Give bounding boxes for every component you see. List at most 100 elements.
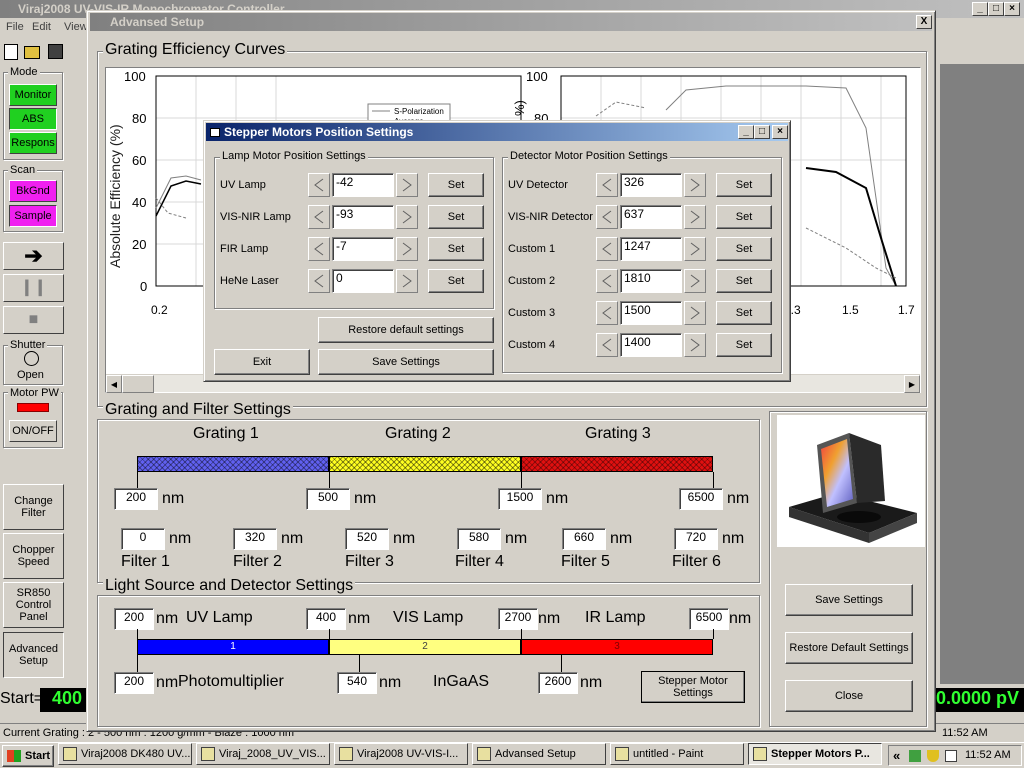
detector-increase-arrow-icon-4[interactable] — [684, 301, 706, 325]
onoff-button[interactable]: ON/OFF — [9, 420, 57, 442]
detector-nm-3-input[interactable]: 2600 — [538, 672, 578, 694]
lamp-increase-arrow-icon-3[interactable] — [396, 269, 418, 293]
main-minimize-button[interactable]: _ — [972, 2, 988, 16]
stop-button[interactable]: ■ — [3, 306, 64, 334]
grating-nm-2-input[interactable]: 500 — [306, 488, 350, 510]
lamp-position-input-3[interactable]: 0 — [332, 269, 394, 293]
detector-increase-arrow-icon-3[interactable] — [684, 269, 706, 293]
detector-position-input-3[interactable]: 1810 — [620, 269, 682, 293]
lamp-set-button-0[interactable]: Set — [428, 173, 484, 197]
detector-set-button-2[interactable]: Set — [716, 237, 772, 261]
lamp-decrease-arrow-icon-3[interactable] — [308, 269, 330, 293]
lamp-position-input-0[interactable]: -42 — [332, 173, 394, 197]
task-paint[interactable]: untitled - Paint — [610, 743, 744, 765]
shutter-indicator-icon[interactable] — [24, 351, 39, 366]
detector-increase-arrow-icon-0[interactable] — [684, 173, 706, 197]
task-viraj-dk480[interactable]: Viraj2008 DK480 UV... — [58, 743, 192, 765]
filter-1-input[interactable]: 0 — [121, 528, 165, 550]
change-filter-button[interactable]: Change Filter — [3, 484, 64, 530]
detector-decrease-arrow-icon-1[interactable] — [596, 205, 618, 229]
chopper-speed-button[interactable]: Chopper Speed — [3, 533, 64, 579]
menu-view[interactable]: View — [64, 21, 88, 33]
tray-app-icon[interactable] — [945, 750, 957, 762]
lamp-set-button-2[interactable]: Set — [428, 237, 484, 261]
scroll-left-arrow-icon[interactable]: ◀ — [106, 375, 122, 393]
detector-decrease-arrow-icon-2[interactable] — [596, 237, 618, 261]
detector-position-input-4[interactable]: 1500 — [620, 301, 682, 325]
main-close-button[interactable]: × — [1004, 2, 1020, 16]
lamp-decrease-arrow-icon-1[interactable] — [308, 205, 330, 229]
stepper-maximize-button[interactable]: □ — [754, 125, 770, 139]
stepper-minimize-button[interactable]: _ — [738, 125, 754, 139]
tray-shield-icon[interactable] — [927, 750, 939, 762]
task-advansed-setup[interactable]: Advansed Setup — [472, 743, 606, 765]
filter-2-input[interactable]: 320 — [233, 528, 277, 550]
abs-button[interactable]: ABS — [9, 108, 57, 130]
restore-default-settings-button[interactable]: Restore default settings — [318, 317, 494, 343]
tray-expand-icon[interactable]: « — [893, 748, 900, 763]
adv-restore-default-button[interactable]: Restore Default Settings — [785, 632, 913, 664]
sample-button[interactable]: Sample — [9, 205, 57, 227]
lamp-nm-1-input[interactable]: 200 — [114, 608, 154, 630]
scroll-right-arrow-icon[interactable]: ▶ — [904, 375, 920, 393]
task-viraj-uv-vis[interactable]: Viraj_2008_UV_VIS... — [196, 743, 330, 765]
lamp-increase-arrow-icon-2[interactable] — [396, 237, 418, 261]
detector-set-button-1[interactable]: Set — [716, 205, 772, 229]
detector-position-input-5[interactable]: 1400 — [620, 333, 682, 357]
lamp-decrease-arrow-icon-0[interactable] — [308, 173, 330, 197]
stepper-save-settings-button[interactable]: Save Settings — [318, 349, 494, 375]
detector-decrease-arrow-icon-4[interactable] — [596, 301, 618, 325]
stepper-close-button[interactable]: × — [772, 125, 788, 139]
advanced-close-button[interactable]: X — [916, 15, 932, 29]
detector-increase-arrow-icon-5[interactable] — [684, 333, 706, 357]
lamp-nm-4-input[interactable]: 6500 — [689, 608, 729, 630]
main-maximize-button[interactable]: □ — [988, 2, 1004, 16]
go-arrow-button[interactable]: ➔ — [3, 242, 64, 270]
detector-nm-1-input[interactable]: 200 — [114, 672, 154, 694]
detector-position-input-1[interactable]: 637 — [620, 205, 682, 229]
pause-button[interactable]: ❙❙ — [3, 274, 64, 302]
detector-decrease-arrow-icon-5[interactable] — [596, 333, 618, 357]
lamp-position-input-1[interactable]: -93 — [332, 205, 394, 229]
detector-position-input-2[interactable]: 1247 — [620, 237, 682, 261]
menu-edit[interactable]: Edit — [32, 21, 51, 33]
lamp-decrease-arrow-icon-2[interactable] — [308, 237, 330, 261]
adv-close-button[interactable]: Close — [785, 680, 913, 712]
lamp-increase-arrow-icon-1[interactable] — [396, 205, 418, 229]
filter-5-input[interactable]: 660 — [562, 528, 606, 550]
open-folder-icon[interactable] — [24, 46, 40, 59]
detector-decrease-arrow-icon-0[interactable] — [596, 173, 618, 197]
grating-nm-3-input[interactable]: 1500 — [498, 488, 542, 510]
detector-increase-arrow-icon-2[interactable] — [684, 237, 706, 261]
advanced-setup-button[interactable]: Advanced Setup — [3, 632, 64, 678]
respons-button[interactable]: Respons — [9, 132, 57, 154]
filter-4-input[interactable]: 580 — [457, 528, 501, 550]
lamp-nm-2-input[interactable]: 400 — [306, 608, 346, 630]
lamp-nm-3-input[interactable]: 2700 — [498, 608, 538, 630]
detector-nm-2-input[interactable]: 540 — [337, 672, 377, 694]
detector-position-input-0[interactable]: 326 — [620, 173, 682, 197]
grating-nm-4-input[interactable]: 6500 — [679, 488, 723, 510]
start-button[interactable]: Start — [2, 745, 54, 767]
sr850-button[interactable]: SR850 Control Panel — [3, 582, 64, 628]
detector-set-button-5[interactable]: Set — [716, 333, 772, 357]
new-file-icon[interactable] — [4, 44, 18, 60]
monitor-button[interactable]: Monitor — [9, 84, 57, 106]
filter-3-input[interactable]: 520 — [345, 528, 389, 550]
filter-6-input[interactable]: 720 — [674, 528, 718, 550]
detector-set-button-3[interactable]: Set — [716, 269, 772, 293]
bkgnd-button[interactable]: BkGnd — [9, 180, 57, 202]
tray-network-icon[interactable] — [909, 750, 921, 762]
save-disk-icon[interactable] — [48, 44, 63, 59]
detector-decrease-arrow-icon-3[interactable] — [596, 269, 618, 293]
task-viraj-uv-vis-ir[interactable]: Viraj2008 UV-VIS-I... — [334, 743, 468, 765]
adv-save-settings-button[interactable]: Save Settings — [785, 584, 913, 616]
detector-set-button-0[interactable]: Set — [716, 173, 772, 197]
menu-file[interactable]: File — [6, 21, 24, 33]
lamp-position-input-2[interactable]: -7 — [332, 237, 394, 261]
stepper-motor-settings-button[interactable]: Stepper Motor Settings — [641, 671, 745, 703]
lamp-set-button-1[interactable]: Set — [428, 205, 484, 229]
task-stepper-motors[interactable]: Stepper Motors P... — [748, 743, 882, 765]
detector-increase-arrow-icon-1[interactable] — [684, 205, 706, 229]
exit-button[interactable]: Exit — [214, 349, 310, 375]
